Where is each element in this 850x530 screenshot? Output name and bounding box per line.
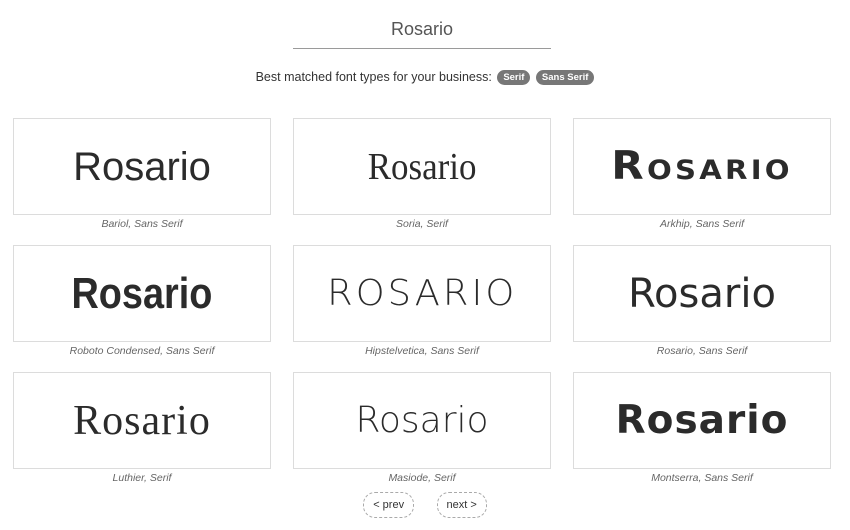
font-preview-text: Rosario — [73, 144, 211, 189]
font-caption: Bariol, Sans Serif — [101, 218, 183, 230]
font-card-masiode[interactable]: Rosario Masiode, Serif — [293, 372, 551, 484]
font-preview-box[interactable]: ROSARIO — [293, 245, 551, 342]
font-card-luthier[interactable]: Rosario Luthier, Serif — [13, 372, 271, 484]
font-preview-text: Rosario — [73, 397, 211, 444]
font-card-hipstelvetica[interactable]: ROSARIO Hipstelvetica, Sans Serif — [293, 245, 551, 357]
business-name-input[interactable] — [293, 12, 551, 46]
font-caption: Montserra, Sans Serif — [651, 472, 753, 484]
pagination: < prev next > — [0, 492, 850, 518]
next-button[interactable]: next > — [436, 492, 487, 518]
font-card-arkhip[interactable]: Rosario Arkhip, Sans Serif — [573, 118, 831, 230]
matched-types-line: Best matched font types for your busines… — [0, 70, 850, 85]
font-preview-box[interactable]: Rosario — [293, 118, 551, 215]
font-preview-text: Rosario — [355, 399, 489, 441]
font-preview-text: Rosario — [367, 145, 477, 188]
font-preview-text: Rosario — [615, 398, 789, 443]
font-card-montserra[interactable]: Rosario Montserra, Sans Serif — [573, 372, 831, 484]
font-preview-box[interactable]: Rosario — [573, 372, 831, 469]
font-preview-box[interactable]: Rosario — [293, 372, 551, 469]
font-preview-text: Rosario — [628, 270, 776, 317]
font-caption: Roboto Condensed, Sans Serif — [69, 345, 215, 357]
font-preview-box[interactable]: Rosario — [13, 245, 271, 342]
font-preview-box[interactable]: Rosario — [573, 118, 831, 215]
badge-sans-serif[interactable]: Sans Serif — [535, 70, 595, 85]
font-caption: Soria, Serif — [396, 218, 448, 230]
font-card-bariol[interactable]: Rosario Bariol, Sans Serif — [13, 118, 271, 230]
font-preview-text: Rosario — [611, 144, 793, 189]
font-card-soria[interactable]: Rosario Soria, Serif — [293, 118, 551, 230]
font-caption: Luthier, Serif — [112, 472, 172, 484]
font-caption: Masiode, Serif — [388, 472, 456, 484]
font-preview-box[interactable]: Rosario — [573, 245, 831, 342]
font-caption: Arkhip, Sans Serif — [659, 218, 745, 230]
prev-button[interactable]: < prev — [363, 492, 415, 518]
font-preview-text: Rosario — [71, 268, 213, 318]
badge-serif[interactable]: Serif — [497, 70, 531, 85]
font-preview-box[interactable]: Rosario — [13, 118, 271, 215]
font-preview-text: ROSARIO — [326, 272, 518, 314]
font-preview-page: Best matched font types for your busines… — [0, 0, 850, 530]
font-caption: Rosario, Sans Serif — [656, 345, 748, 357]
font-card-roboto-condensed[interactable]: Rosario Roboto Condensed, Sans Serif — [13, 245, 271, 357]
matched-types-label: Best matched font types for your busines… — [255, 70, 492, 84]
font-caption: Hipstelvetica, Sans Serif — [365, 345, 479, 357]
business-name-field-wrap — [293, 12, 551, 49]
font-preview-box[interactable]: Rosario — [13, 372, 271, 469]
font-card-rosario[interactable]: Rosario Rosario, Sans Serif — [573, 245, 831, 357]
